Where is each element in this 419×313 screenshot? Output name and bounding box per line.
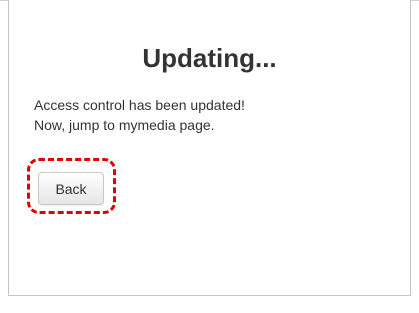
status-message: Access control has been updated! Now, ju…	[34, 95, 245, 135]
status-message-line-2: Now, jump to mymedia page.	[34, 117, 215, 133]
status-message-line-1: Access control has been updated!	[34, 97, 245, 113]
updating-dialog: Updating... Access control has been upda…	[8, 0, 411, 296]
back-button[interactable]: Back	[38, 172, 104, 205]
dialog-title: Updating...	[142, 43, 277, 73]
